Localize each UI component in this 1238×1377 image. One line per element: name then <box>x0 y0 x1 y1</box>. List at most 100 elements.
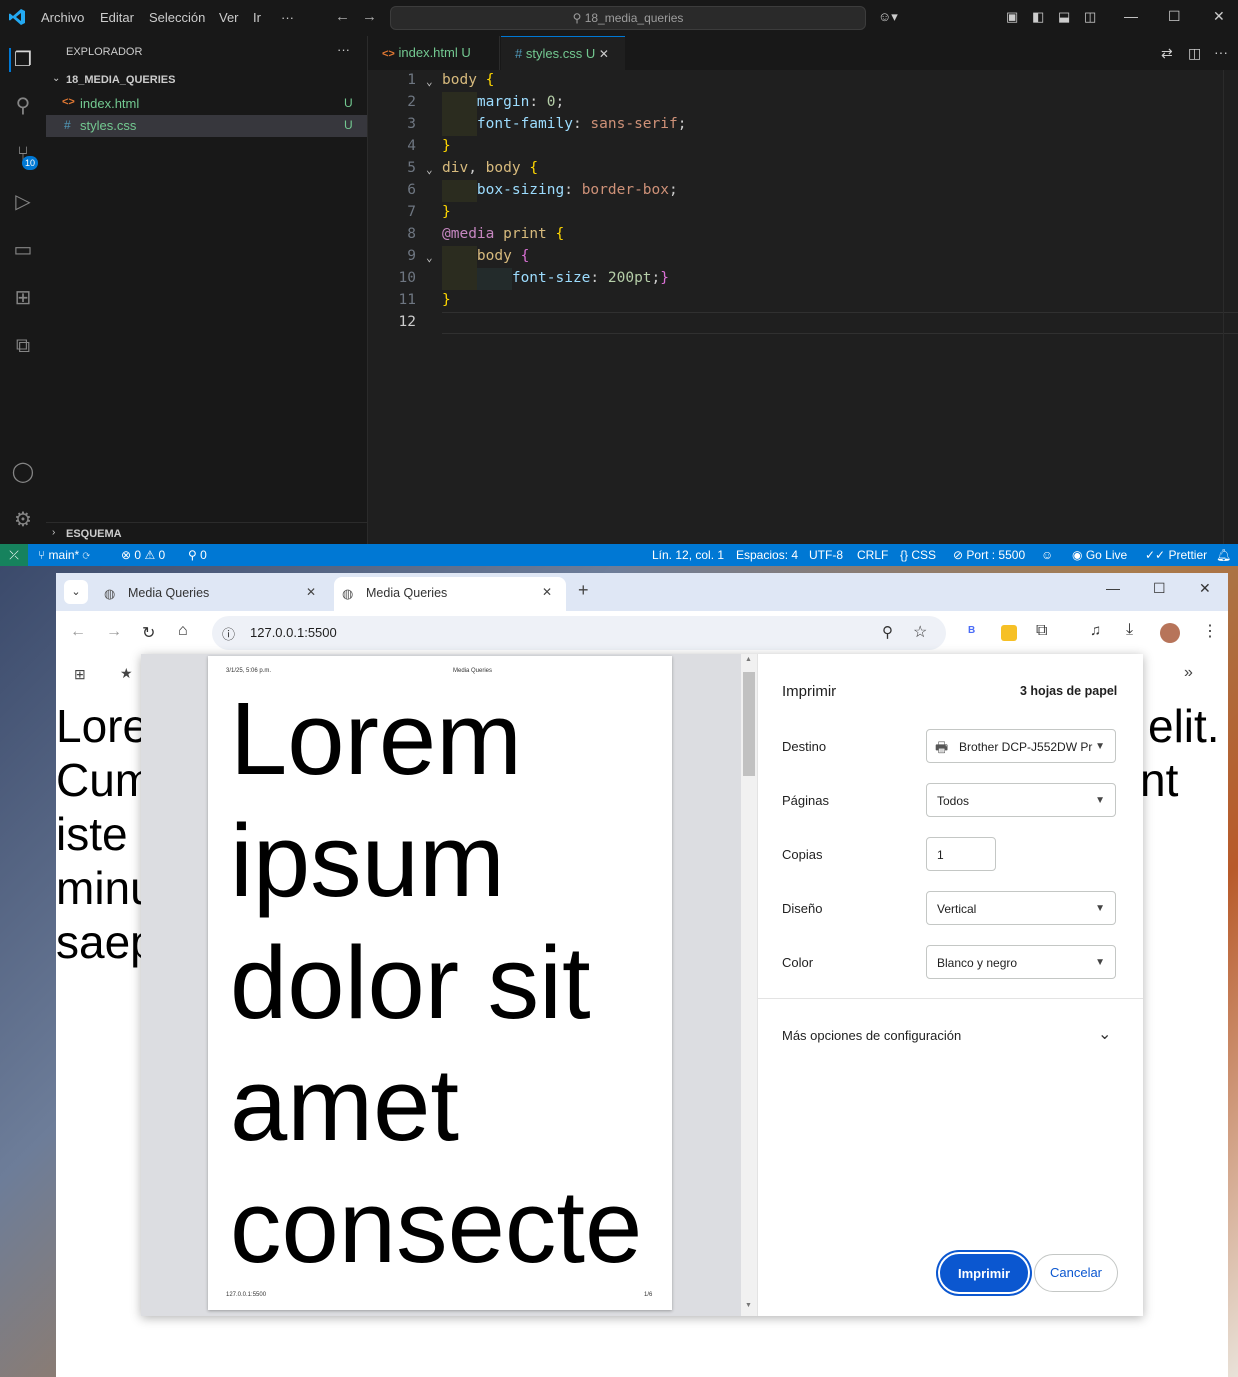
preview-scrollbar[interactable]: ▲ ▼ <box>741 654 757 1316</box>
apps-grid-icon[interactable]: ⊞ <box>74 666 86 683</box>
layout-select[interactable]: Vertical ▼ <box>926 891 1116 925</box>
preview-word: Lorem <box>230 681 522 796</box>
ports-indicator[interactable]: ⚲ 0 <box>188 548 207 562</box>
download-icon[interactable]: ⤓ <box>1126 621 1133 639</box>
scroll-up-icon[interactable]: ▲ <box>745 656 752 663</box>
avatar[interactable] <box>1160 623 1180 643</box>
file-row-index[interactable]: <> index.html U <box>46 93 367 115</box>
chevron-down-icon: ▼ <box>1095 957 1105 968</box>
account-icon[interactable]: ◯ <box>11 460 35 484</box>
end-of-line[interactable]: CRLF <box>857 548 888 562</box>
file-name: index.html <box>80 96 140 111</box>
command-center[interactable]: ⚲ 18_media_queries <box>390 6 866 30</box>
maximize-icon[interactable]: ☐ <box>1168 8 1181 25</box>
live-server-port[interactable]: ⊘ Port : 5500 <box>953 548 1025 562</box>
minimize-icon[interactable]: — <box>1124 8 1138 24</box>
scrollbar-thumb[interactable] <box>743 672 755 776</box>
zoom-icon[interactable]: ⚲ <box>882 623 893 641</box>
color-select[interactable]: Blanco y negro ▼ <box>926 945 1116 979</box>
problems-indicator[interactable]: ⊗ 0 ⚠ 0 <box>121 548 165 562</box>
browser-tab-active[interactable]: ◍ Media Queries ✕ <box>334 577 566 611</box>
home-icon[interactable]: ⌂ <box>178 622 188 640</box>
extensions-icon[interactable]: ⊞ <box>11 286 35 310</box>
more-settings-toggle[interactable]: Más opciones de configuración ⌄ <box>758 1014 1143 1056</box>
prettier-button[interactable]: ✓✓ Prettier <box>1145 548 1207 562</box>
go-live-button[interactable]: ◉ Go Live <box>1072 548 1127 562</box>
forward-arrow-icon[interactable]: → <box>106 623 122 641</box>
branch-indicator[interactable]: ⑂ main* ⟳ <box>38 548 90 562</box>
fold-chevron-icon[interactable]: ⌄ <box>426 163 433 176</box>
bookmark-star-icon[interactable]: ☆ <box>913 622 927 642</box>
menu-editar[interactable]: Editar <box>100 10 134 25</box>
tab-close-icon[interactable]: ✕ <box>306 585 316 599</box>
code-line: margin: 0; <box>476 94 565 110</box>
layout-customize-icon[interactable]: ▣ <box>1006 9 1018 25</box>
menu-more[interactable]: ··· <box>281 10 294 25</box>
fold-chevron-icon[interactable]: ⌄ <box>426 75 433 88</box>
search-icon[interactable]: ⚲ <box>11 94 35 118</box>
toggle-sidebar-icon[interactable]: ◧ <box>1032 9 1044 25</box>
copilot-icon[interactable]: ☺▾ <box>878 9 898 25</box>
run-debug-icon[interactable]: ▷ <box>11 190 35 214</box>
encoding[interactable]: UTF-8 <box>809 548 843 562</box>
cursor-position[interactable]: Lín. 12, col. 1 <box>652 548 724 562</box>
tab-index-html[interactable]: <> index.html U <box>368 36 500 70</box>
remote-icon[interactable]: ⤫ <box>0 544 28 566</box>
back-arrow-icon[interactable]: ← <box>335 8 350 25</box>
folder-row[interactable]: ⌄ 18_MEDIA_QUERIES <box>46 71 366 91</box>
code-editor[interactable]: 1 2 3 4 5 6 7 8 9 10 11 12 ⌄ ⌄ ⌄ body { … <box>368 70 1238 544</box>
media-control-icon[interactable]: ♫ <box>1090 622 1101 639</box>
copies-input[interactable]: 1 <box>926 837 996 871</box>
toggle-secondary-sidebar-icon[interactable]: ◫ <box>1084 9 1096 25</box>
new-tab-button[interactable]: + <box>578 580 589 601</box>
language-mode[interactable]: {} CSS <box>900 548 936 562</box>
fold-chevron-icon[interactable]: ⌄ <box>426 251 433 264</box>
explorer-more-button[interactable]: ··· <box>337 42 350 57</box>
forward-arrow-icon[interactable]: → <box>362 8 377 25</box>
reload-icon[interactable]: ↻ <box>142 623 155 643</box>
remote-explorer-icon[interactable]: ▭ <box>11 238 35 262</box>
extension-keep-icon[interactable] <box>1001 625 1017 641</box>
extension-b-icon[interactable]: B <box>968 625 975 636</box>
tab-styles-css[interactable]: # styles.css U ✕ <box>501 36 625 70</box>
pages-select[interactable]: Todos ▼ <box>926 783 1116 817</box>
cancel-button[interactable]: Cancelar <box>1034 1254 1118 1292</box>
print-button[interactable]: Imprimir <box>940 1254 1028 1292</box>
compare-changes-icon[interactable]: ⇄ <box>1161 45 1173 62</box>
extensions-puzzle-icon[interactable]: ⧉ <box>1036 622 1047 640</box>
browser-tab-title: Media Queries <box>128 586 210 600</box>
copilot-status-icon[interactable]: ☺ <box>1041 548 1053 562</box>
file-row-styles[interactable]: # styles.css U <box>46 115 367 137</box>
tab-close-icon[interactable]: ✕ <box>599 47 609 61</box>
indentation[interactable]: Espacios: 4 <box>736 548 798 562</box>
bookmark-star-icon[interactable]: ★ <box>120 665 133 682</box>
toggle-panel-icon[interactable]: ⬓ <box>1058 9 1070 25</box>
address-bar[interactable]: ⓘ 127.0.0.1:5500 ⚲ ☆ <box>212 616 946 650</box>
editor-more-icon[interactable]: ··· <box>1214 44 1228 60</box>
menu-kebab-icon[interactable]: ⋮ <box>1202 621 1218 641</box>
gear-icon[interactable]: ⚙ <box>11 508 35 532</box>
minimize-icon[interactable]: — <box>1106 580 1120 596</box>
destination-select[interactable]: 🖶︎ Brother DCP-J552DW Pr ▼ <box>926 729 1116 763</box>
back-arrow-icon[interactable]: ← <box>70 623 86 641</box>
menu-archivo[interactable]: Archivo <box>41 10 84 25</box>
maximize-icon[interactable]: ☐ <box>1153 580 1166 597</box>
browser-tab[interactable]: ◍ Media Queries ✕ <box>96 579 330 609</box>
menu-ir[interactable]: Ir <box>253 10 261 25</box>
menu-ver[interactable]: Ver <box>219 10 239 25</box>
close-icon[interactable]: ✕ <box>1213 8 1225 25</box>
split-editor-icon[interactable]: ◫ <box>1188 45 1201 62</box>
page-text-line: Lore <box>56 700 149 752</box>
menu-seleccion[interactable]: Selección <box>149 10 205 25</box>
live-share-icon[interactable]: ⧉ <box>11 334 35 358</box>
tab-search-icon[interactable]: ⌄ <box>64 580 88 604</box>
outline-section[interactable]: › ESQUEMA <box>46 522 367 545</box>
more-bookmarks-icon[interactable]: » <box>1184 664 1193 682</box>
explorer-icon[interactable]: ❐ <box>9 48 35 72</box>
close-icon[interactable]: ✕ <box>1199 580 1211 597</box>
site-info-icon[interactable]: ⓘ <box>222 624 235 643</box>
scroll-down-icon[interactable]: ▼ <box>745 1302 752 1309</box>
tab-close-icon[interactable]: ✕ <box>542 585 552 599</box>
scrollbar[interactable] <box>1223 70 1238 544</box>
notifications-bell-icon[interactable]: 🔔︎ <box>1216 548 1231 562</box>
